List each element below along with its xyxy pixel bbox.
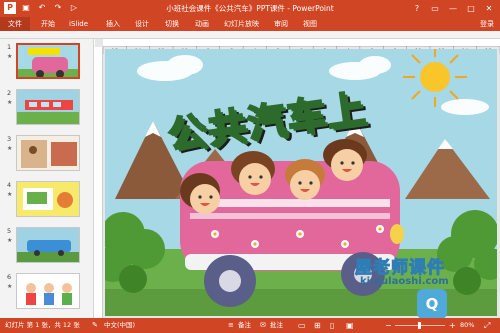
tab-insert[interactable]: 插入 [103, 17, 123, 31]
slide-thumbnail-3[interactable] [16, 135, 80, 171]
slide-counter: 幻灯片 第 1 张，共 12 张 [5, 321, 80, 329]
animation-star-icon: ★ [7, 99, 13, 106]
tab-animations[interactable]: 动画 [192, 17, 212, 31]
tab-file[interactable]: 文件 [0, 17, 30, 31]
zoom-slider-handle[interactable] [418, 322, 421, 329]
slide-thumbnail-5[interactable] [16, 227, 80, 263]
slide-sorter-icon[interactable]: ⊞ [314, 318, 321, 333]
close-button[interactable]: ✕ [480, 0, 498, 17]
vertical-ruler [95, 47, 103, 318]
tab-view[interactable]: 视图 [300, 17, 320, 31]
slide-number: 4 [7, 181, 12, 189]
ribbon-collapsed-area [0, 31, 500, 39]
language-indicator[interactable]: 中文(中国) [104, 318, 135, 333]
slide-thumbnail-6[interactable] [16, 273, 80, 309]
animation-star-icon: ★ [7, 237, 13, 244]
slideshow-view-icon[interactable]: ▣ [346, 318, 354, 333]
spellcheck-icon[interactable]: ✎ [92, 318, 98, 333]
tab-islide[interactable]: iSlide [66, 17, 91, 31]
tab-transitions[interactable]: 切换 [162, 17, 182, 31]
horizontal-ruler: 1614121086420246810121416 [102, 39, 500, 55]
comments-icon[interactable]: ✉ [260, 318, 266, 333]
slide-number: 1 [7, 43, 12, 51]
ribbon-display-button[interactable]: ▭ [426, 0, 444, 17]
title-bar: P ▣ ↶ ↷ ▷ 小班社会课件《公共汽车》PPT课件 - PowerPoint… [0, 0, 500, 17]
zoom-level[interactable]: 80% [460, 318, 474, 333]
fit-to-window-icon[interactable]: ⤢ [484, 318, 490, 333]
animation-star-icon: ★ [7, 191, 13, 198]
watermark-site: kj.qulaoshi.com [360, 276, 449, 287]
slide-number: 6 [7, 273, 12, 281]
animation-star-icon: ★ [7, 53, 13, 60]
tab-home[interactable]: 开始 [38, 17, 58, 31]
slide-thumbnail-panel[interactable]: 1 ★ 2 ★ 3 ★ 4 ★ 5 ★ 6 ★ [0, 39, 94, 318]
zoom-in-icon[interactable]: + [449, 318, 456, 333]
window-controls: ? ▭ — □ ✕ [408, 0, 498, 17]
slide-thumbnail-2[interactable] [16, 89, 80, 125]
help-button[interactable]: ? [408, 0, 426, 17]
tab-design[interactable]: 设计 [132, 17, 152, 31]
slide-number: 3 [7, 135, 12, 143]
status-bar: 幻灯片 第 1 张，共 12 张 ✎ 中文(中国) ≡ 备注 ✉ 批注 ▭ ⊞ … [0, 318, 500, 333]
slide-number: 5 [7, 227, 12, 235]
zoom-out-icon[interactable]: − [385, 318, 392, 333]
comments-button[interactable]: 批注 [270, 318, 283, 333]
slide-number: 2 [7, 89, 12, 97]
minimize-button[interactable]: — [444, 0, 462, 17]
ribbon-tabs: 文件 开始 iSlide 插入 设计 切换 动画 幻灯片放映 审阅 视图 登录 [0, 17, 500, 31]
watermark-name: 屋老师课件 [355, 258, 445, 279]
animation-star-icon: ★ [7, 283, 13, 290]
animation-star-icon: ★ [7, 145, 13, 152]
maximize-button[interactable]: □ [462, 0, 480, 17]
watermark-logo-icon: Q [417, 289, 447, 319]
normal-view-icon[interactable]: ▭ [298, 318, 306, 333]
slide-thumbnail-4[interactable] [16, 181, 80, 217]
reading-view-icon[interactable]: ▯ [330, 318, 334, 333]
notes-icon[interactable]: ≡ [228, 318, 234, 333]
slide-thumbnail-1[interactable] [16, 43, 80, 79]
notes-button[interactable]: 备注 [238, 318, 251, 333]
powerpoint-window: P ▣ ↶ ↷ ▷ 小班社会课件《公共汽车》PPT课件 - PowerPoint… [0, 0, 500, 333]
tab-slideshow[interactable]: 幻灯片放映 [221, 17, 262, 31]
login-link[interactable]: 登录 [480, 17, 494, 31]
tab-review[interactable]: 审阅 [271, 17, 291, 31]
